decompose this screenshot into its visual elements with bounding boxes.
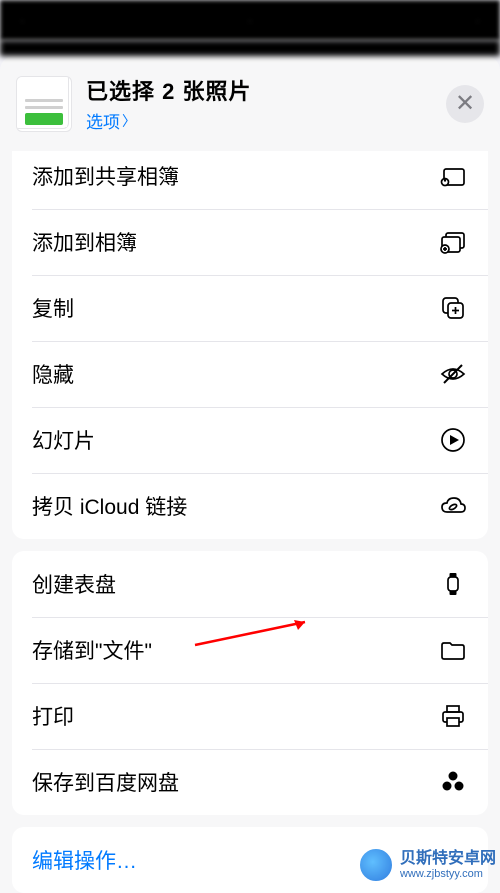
row-label: 拷贝 iCloud 链接 bbox=[32, 491, 187, 521]
row-label: 保存到百度网盘 bbox=[32, 767, 179, 797]
hide-row[interactable]: 隐藏 bbox=[12, 341, 488, 407]
close-button[interactable]: ✕ bbox=[446, 85, 484, 123]
row-label: 打印 bbox=[32, 701, 74, 731]
row-label: 复制 bbox=[32, 293, 74, 323]
share-sheet-header: 已选择 2 张照片 选项 〉 ✕ bbox=[0, 64, 500, 151]
save-to-baidu-row[interactable]: 保存到百度网盘 bbox=[12, 749, 488, 815]
shared-album-icon bbox=[438, 161, 468, 191]
save-to-files-row[interactable]: 存储到"文件" bbox=[12, 617, 488, 683]
options-label: 选项 bbox=[86, 108, 120, 133]
create-watch-face-row[interactable]: 创建表盘 bbox=[12, 551, 488, 617]
share-sheet: 已选择 2 张照片 选项 〉 ✕ 添加到共享相簿 添加到相簿 复制 bbox=[0, 56, 500, 893]
icloud-link-icon bbox=[438, 491, 468, 521]
files-icon bbox=[438, 635, 468, 665]
blurred-background bbox=[0, 40, 500, 56]
actions-group-2: 创建表盘 存储到"文件" 打印 保存到百度网盘 bbox=[12, 551, 488, 815]
print-icon bbox=[438, 701, 468, 731]
print-row[interactable]: 打印 bbox=[12, 683, 488, 749]
row-label: 存储到"文件" bbox=[32, 635, 152, 665]
slideshow-row[interactable]: 幻灯片 bbox=[12, 407, 488, 473]
row-label: 添加到相簿 bbox=[32, 227, 137, 257]
watermark-logo bbox=[358, 847, 394, 883]
hide-icon bbox=[438, 359, 468, 389]
options-link[interactable]: 选项 〉 bbox=[86, 108, 136, 133]
chevron-right-icon: 〉 bbox=[122, 111, 136, 131]
selection-thumbnail[interactable] bbox=[16, 76, 72, 132]
add-to-album-row[interactable]: 添加到相簿 bbox=[12, 209, 488, 275]
watch-icon bbox=[438, 569, 468, 599]
baidu-icon bbox=[438, 767, 468, 797]
copy-icloud-link-row[interactable]: 拷贝 iCloud 链接 bbox=[12, 473, 488, 539]
row-label: 创建表盘 bbox=[32, 569, 116, 599]
album-add-icon bbox=[438, 227, 468, 257]
status-bar: ··· bbox=[0, 0, 500, 40]
selection-title: 已选择 2 张照片 bbox=[86, 74, 446, 106]
play-icon bbox=[438, 425, 468, 455]
watermark-title: 贝斯特安卓网 bbox=[400, 850, 496, 868]
edit-actions-label: 编辑操作… bbox=[32, 850, 137, 873]
row-label: 添加到共享相簿 bbox=[32, 161, 179, 191]
actions-group-1: 添加到共享相簿 添加到相簿 复制 隐藏 幻灯片 bbox=[12, 151, 488, 539]
add-to-shared-album-row[interactable]: 添加到共享相簿 bbox=[12, 151, 488, 209]
copy-icon bbox=[438, 293, 468, 323]
close-icon: ✕ bbox=[455, 89, 475, 118]
copy-row[interactable]: 复制 bbox=[12, 275, 488, 341]
row-label: 幻灯片 bbox=[32, 425, 95, 455]
watermark-url: www.zjbstyy.com bbox=[400, 868, 496, 880]
watermark: 贝斯特安卓网 www.zjbstyy.com bbox=[358, 847, 496, 883]
row-label: 隐藏 bbox=[32, 359, 74, 389]
